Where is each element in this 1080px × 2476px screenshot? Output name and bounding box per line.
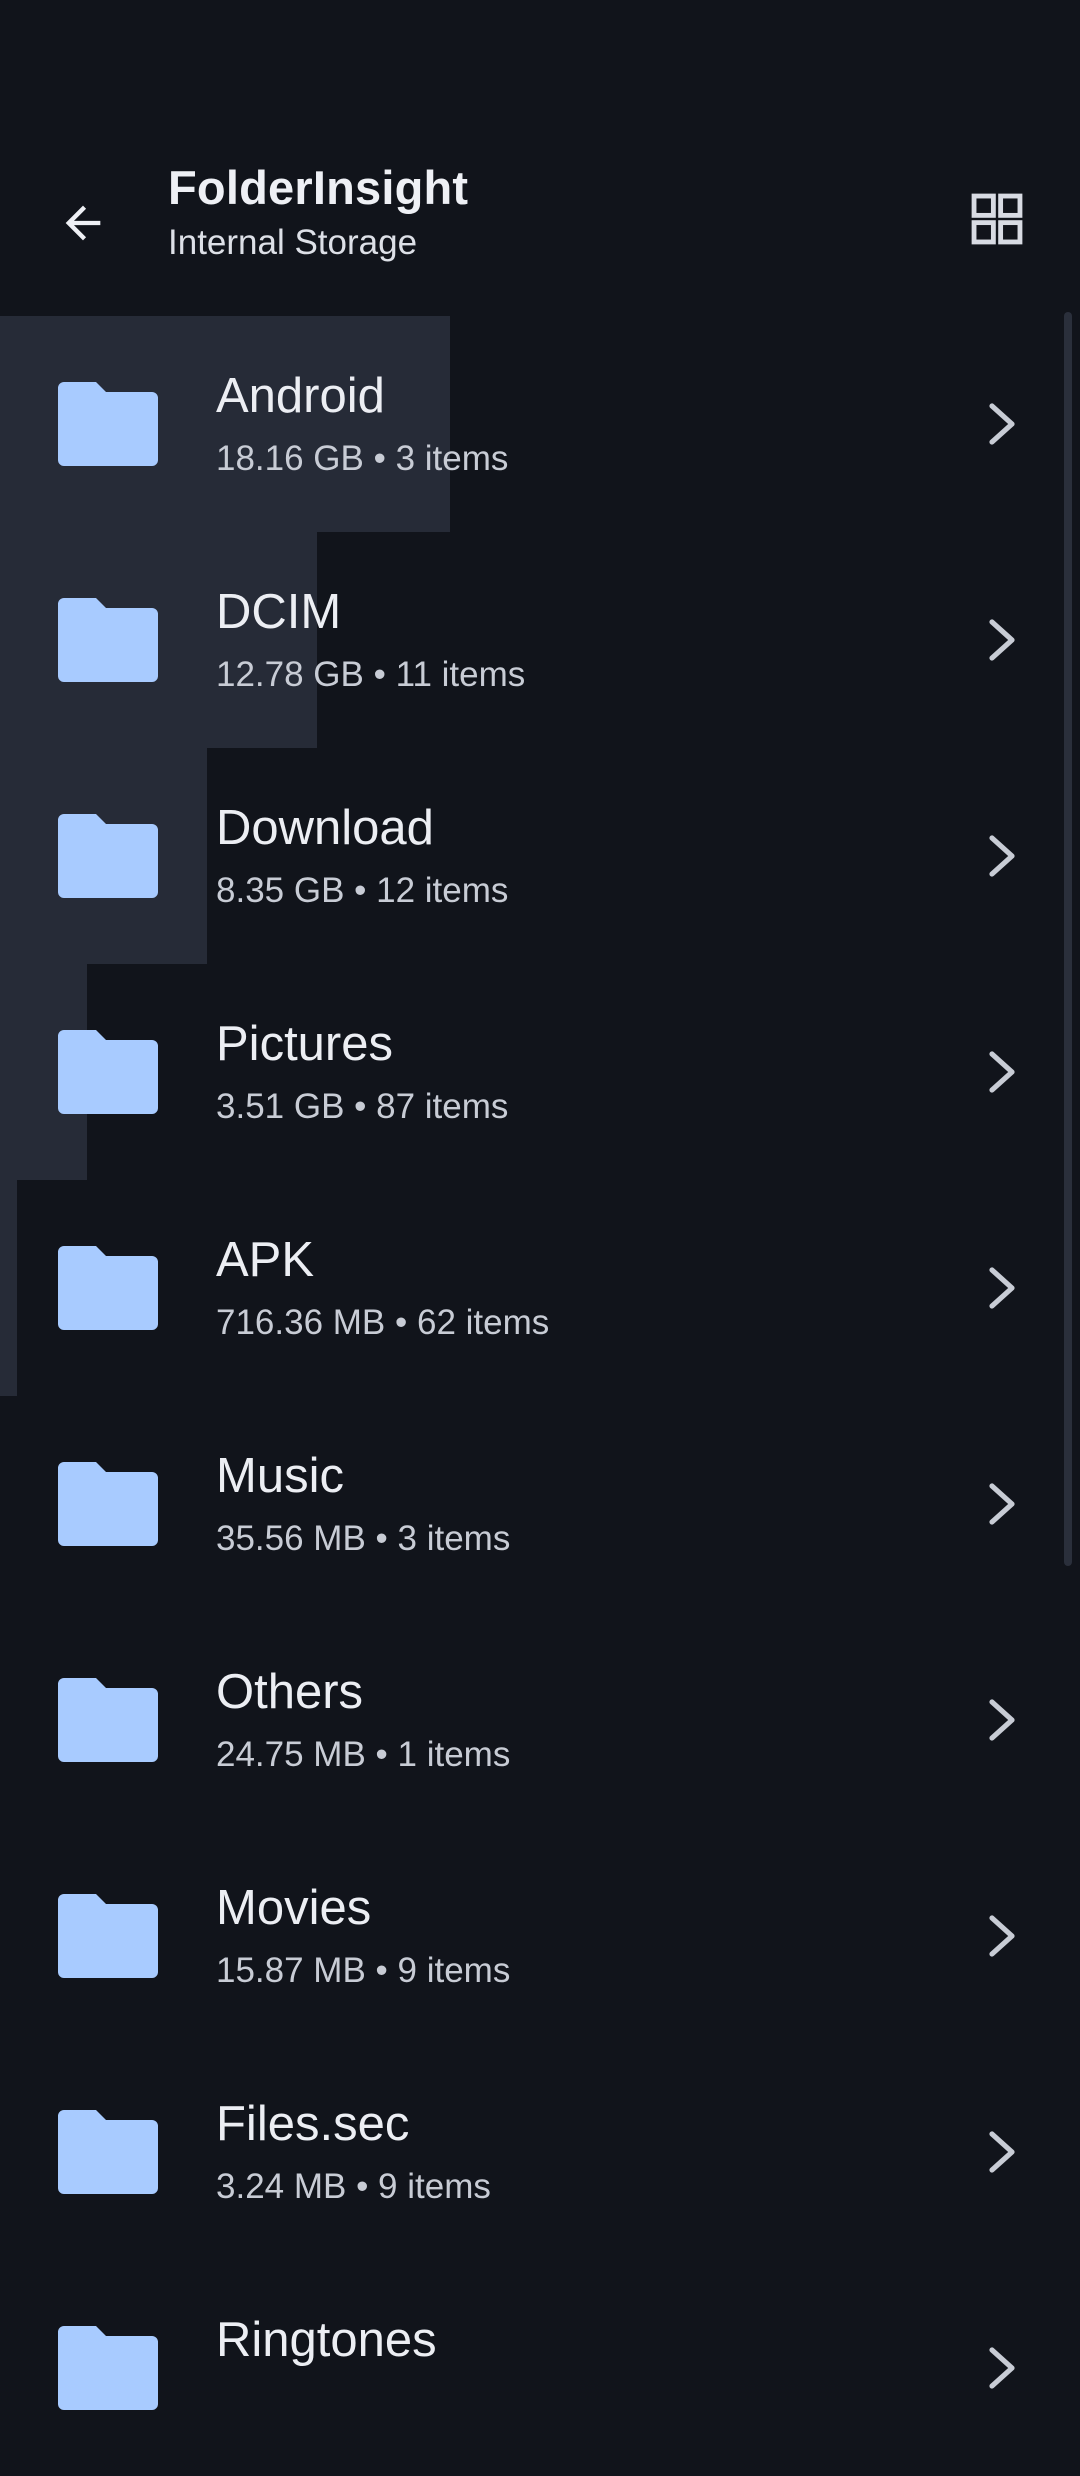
folder-meta: 716.36 MB • 62 items [216,1302,550,1342]
chevron-right-icon [989,1915,1015,1957]
folder-icon [58,2326,158,2410]
list-item[interactable]: Movies 15.87 MB • 9 items [0,1828,1080,2044]
grid-view-icon [971,193,1023,245]
folder-insight-screen: FolderInsight Internal Storage Android 1… [0,0,1080,2410]
folder-icon [58,814,158,898]
scrollbar[interactable] [1064,312,1072,1566]
chevron-right-icon [989,1699,1015,1741]
folder-icon [58,1462,158,1546]
chevron-right-icon [989,835,1015,877]
folder-name: Android [216,369,385,423]
list-item[interactable]: Files.sec 3.24 MB • 9 items [0,2044,1080,2260]
back-button[interactable] [40,180,126,266]
folder-name: Music [216,1449,344,1503]
folder-icon [58,598,158,682]
title-block: FolderInsight Internal Storage [168,162,468,264]
folder-name: Pictures [216,1017,394,1071]
folder-meta: 3.51 GB • 87 items [216,1086,509,1126]
folder-list: Android 18.16 GB • 3 items DCIM 12.78 GB… [0,316,1080,2476]
folder-meta: 24.75 MB • 1 items [216,1734,511,1774]
list-item[interactable]: DCIM 12.78 GB • 11 items [0,532,1080,748]
chevron-right-icon [989,1483,1015,1525]
list-item[interactable]: Download 8.35 GB • 12 items [0,748,1080,964]
folder-meta: 35.56 MB • 3 items [216,1518,511,1558]
folder-meta: 12.78 GB • 11 items [216,654,526,694]
chevron-right-icon [989,2131,1015,2173]
chevron-right-icon [989,619,1015,661]
folder-name: Files.sec [216,2097,410,2151]
folder-name: Movies [216,1881,372,1935]
folder-meta: 15.87 MB • 9 items [216,1950,511,1990]
folder-name: Others [216,1665,364,1719]
folder-meta: 8.35 GB • 12 items [216,870,509,910]
folder-meta: 18.16 GB • 3 items [216,438,509,478]
list-item[interactable]: Others 24.75 MB • 1 items [0,1612,1080,1828]
list-item[interactable]: Ringtones [0,2260,1080,2476]
top-app-bar: FolderInsight Internal Storage [0,150,1080,310]
list-item[interactable]: Android 18.16 GB • 3 items [0,316,1080,532]
folder-icon [58,1246,158,1330]
folder-meta: 3.24 MB • 9 items [216,2166,491,2206]
folder-icon [58,1678,158,1762]
chevron-right-icon [989,1267,1015,1309]
folder-icon [58,2110,158,2194]
page-title: FolderInsight [168,161,469,214]
folder-name: APK [216,1233,315,1287]
chevron-right-icon [989,1051,1015,1093]
chevron-right-icon [989,2347,1015,2389]
folder-name: DCIM [216,585,342,639]
list-item[interactable]: Music 35.56 MB • 3 items [0,1396,1080,1612]
arrow-left-icon [65,205,101,241]
list-item[interactable]: Pictures 3.51 GB • 87 items [0,964,1080,1180]
chevron-right-icon [989,403,1015,445]
folder-name: Ringtones [216,2313,437,2367]
page-subtitle: Internal Storage [168,222,418,262]
folder-icon [58,382,158,466]
folder-name: Download [216,801,434,855]
folder-icon [58,1030,158,1114]
grid-view-button[interactable] [954,176,1040,262]
list-item[interactable]: APK 716.36 MB • 62 items [0,1180,1080,1396]
folder-icon [58,1894,158,1978]
